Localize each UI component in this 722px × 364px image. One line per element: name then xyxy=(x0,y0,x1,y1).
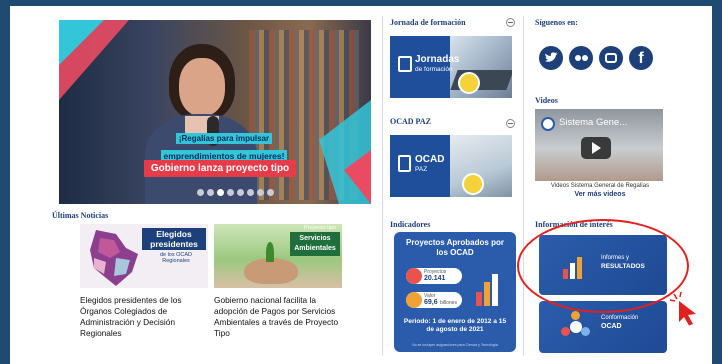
social-icons-row: f xyxy=(539,46,667,70)
highlight-ellipse xyxy=(517,219,689,313)
map-graphic xyxy=(90,230,138,286)
carousel-dot[interactable] xyxy=(257,189,264,196)
twitter-icon[interactable] xyxy=(539,46,563,70)
more-videos-link[interactable]: Ver más videos xyxy=(535,191,665,198)
carousel[interactable]: ¡Regalías para impulsar emprendimientos … xyxy=(59,20,371,204)
banner-button[interactable]: Gobierno lanza proyecto tipo xyxy=(144,160,296,177)
speaker-photo xyxy=(141,44,261,204)
siguenos-title: Síguenos en: xyxy=(535,18,578,27)
proyectos-icon xyxy=(406,268,422,284)
carousel-dot[interactable] xyxy=(247,189,254,196)
column-divider xyxy=(382,16,383,356)
jornada-card[interactable]: Jornadas de formación xyxy=(390,36,512,98)
banner-line-1: ¡Regalías para impulsar xyxy=(175,133,273,144)
carousel-dot[interactable] xyxy=(227,189,234,196)
valor-icon xyxy=(406,292,422,308)
ocad-paz-card-line1: OCAD xyxy=(415,154,445,165)
carousel-dot[interactable] xyxy=(197,189,204,196)
document-icon xyxy=(398,155,411,172)
carousel-dot[interactable] xyxy=(207,189,214,196)
videos-title: Videos xyxy=(535,96,558,105)
valor-value: 69,6 xyxy=(424,299,438,306)
youtube-icon[interactable] xyxy=(599,46,623,70)
periodo-text: Periodo: 1 de enero de 2012 a 15 de agos… xyxy=(403,318,507,333)
video-caption: Videos Sistema General de Regalías xyxy=(550,183,650,189)
conformacion-card-line2: OCAD xyxy=(601,323,622,330)
jornada-card-line2: de formación xyxy=(415,66,453,73)
indicadores-title: Indicadores xyxy=(390,220,431,229)
cursor-badge-icon xyxy=(462,173,484,195)
plant-sprout xyxy=(266,242,274,262)
play-button-icon[interactable] xyxy=(581,137,611,159)
video-player[interactable]: Sistema Gene... xyxy=(535,109,663,181)
jornada-card-line1: Jornadas xyxy=(415,54,460,65)
banner-text-box: ¡Regalías para impulsar emprendimientos … xyxy=(154,128,294,164)
carousel-dots xyxy=(197,189,279,197)
jornada-collapse-button[interactable] xyxy=(506,18,515,27)
cursor-pointer-icon xyxy=(670,292,696,326)
flickr-icon[interactable] xyxy=(569,46,593,70)
news-caption-1[interactable]: Elegidos presidentes de los Órganos Cole… xyxy=(80,295,208,339)
video-logo-icon xyxy=(541,117,555,131)
news-thumbnail-1-sub: de los OCAD Regionales xyxy=(159,252,193,264)
video-title: Sistema Gene... xyxy=(559,117,628,128)
carousel-dot[interactable] xyxy=(267,189,274,196)
ocad-paz-card-line2: PAZ xyxy=(415,166,428,173)
ocad-paz-collapse-button[interactable] xyxy=(506,119,515,128)
jornada-title: Jornada de formación xyxy=(390,18,466,27)
proyectos-value: 20.141 xyxy=(424,275,446,282)
indicadores-footnote: No se incluyen asignaciones para Ciencia… xyxy=(412,343,498,347)
people-network-icon xyxy=(561,311,591,341)
cursor-badge-icon xyxy=(458,72,480,94)
indicadores-card[interactable]: Proyectos Aprobados por los OCAD Proyect… xyxy=(394,232,516,352)
news-thumbnail-2[interactable]: Servicios Ambientales Proyecto tipo xyxy=(214,224,342,288)
indicadores-card-title: Proyectos Aprobados por los OCAD xyxy=(406,238,504,257)
column-divider xyxy=(523,16,524,356)
carousel-dot[interactable] xyxy=(237,189,244,196)
ocad-paz-card[interactable]: OCAD PAZ xyxy=(390,135,512,197)
conformacion-card-line1: Conformación xyxy=(601,315,639,321)
carousel-dot-active[interactable] xyxy=(217,189,224,196)
facebook-icon[interactable]: f xyxy=(629,46,653,70)
news-thumbnail-2-sub: Proyecto tipo xyxy=(303,225,337,231)
bar-chart-icon xyxy=(474,272,504,306)
valor-unit: billones xyxy=(440,300,457,306)
news-caption-2[interactable]: Gobierno nacional facilita la adopción d… xyxy=(214,295,346,339)
book-icon xyxy=(398,56,412,72)
news-section-title: Últimas Noticias xyxy=(52,211,109,220)
news-thumbnail-2-banner: Servicios Ambientales xyxy=(290,232,340,256)
page-content: ¡Regalías para impulsar emprendimientos … xyxy=(10,6,712,364)
news-thumbnail-1-banner: Elegidos presidentes xyxy=(142,228,206,250)
news-thumbnail-1[interactable]: Elegidos presidentes de los OCAD Regiona… xyxy=(80,224,208,288)
ocad-paz-title: OCAD PAZ xyxy=(390,117,431,126)
